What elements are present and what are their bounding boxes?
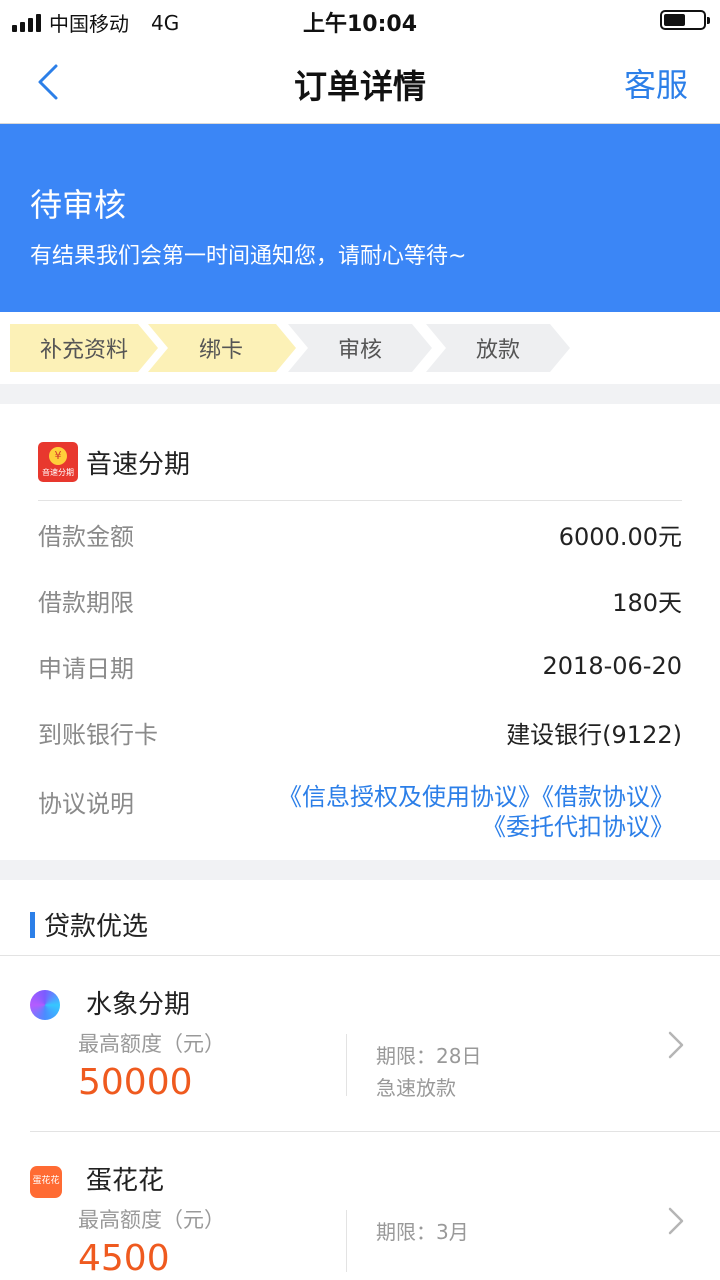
- lender-brand: ¥ 音速分期 音速分期: [38, 442, 190, 482]
- section-header: 贷款优选: [0, 880, 720, 956]
- battery-level: [664, 14, 685, 26]
- row-value: 180天: [612, 588, 682, 617]
- chevron-right-icon: [668, 1207, 684, 1235]
- agreement-links: 《信息授权及使用协议》《借款协议》 《委托代扣协议》: [278, 782, 674, 842]
- page-title: 订单详情: [294, 67, 426, 106]
- lender-logo-icon: ¥ 音速分期: [38, 442, 78, 482]
- step-label: 审核: [337, 338, 382, 363]
- section-title: 贷款优选: [44, 912, 149, 942]
- nav-bar: 订单详情 客服: [0, 40, 720, 124]
- order-detail-card: ¥ 音速分期 音速分期 借款金额 6000.00元 借款期限 180天 申请日期…: [0, 404, 720, 860]
- limit-label: 最高额度（元）: [78, 1032, 225, 1056]
- step-label: 补充资料: [39, 338, 128, 363]
- status-time: 上午10:04: [302, 12, 418, 37]
- status-banner: 待审核 有结果我们会第一时间通知您，请耐心等待~: [0, 124, 720, 312]
- agreement-link-line2[interactable]: 《委托代扣协议》: [278, 812, 674, 842]
- lender-logo-text: 音速分期: [42, 467, 74, 477]
- product-term: 期限：28日: [376, 1044, 482, 1068]
- step-label: 绑卡: [198, 338, 243, 363]
- order-status-subtitle: 有结果我们会第一时间通知您，请耐心等待~: [30, 244, 467, 269]
- product-term: 期限：3月: [376, 1220, 469, 1244]
- detail-row-term: 借款期限 180天: [38, 580, 682, 620]
- row-label: 申请日期: [38, 654, 134, 683]
- detail-row-date: 申请日期 2018-06-20: [38, 646, 682, 686]
- row-value: 2018-06-20: [542, 652, 682, 680]
- limit-amount: 4500: [78, 1238, 170, 1279]
- loan-product-card[interactable]: 水象分期 最高额度（元） 50000 期限：28日 急速放款: [0, 956, 720, 1132]
- water-logo-icon: [30, 990, 60, 1020]
- customer-service-button[interactable]: 客服: [624, 60, 688, 106]
- lender-name: 音速分期: [86, 449, 191, 480]
- product-tag: 急速放款: [376, 1076, 456, 1100]
- egg-logo-icon: 蛋花花: [30, 1166, 62, 1198]
- row-value: 6000.00元: [558, 522, 682, 551]
- step-supplement: 补充资料: [10, 324, 158, 372]
- agreement-link-line1[interactable]: 《信息授权及使用协议》《借款协议》: [278, 782, 674, 812]
- divider: [346, 1034, 347, 1096]
- divider: [38, 500, 682, 501]
- loan-product-card[interactable]: 蛋花花 蛋花花 最高额度（元） 4500 期限：3月: [0, 1132, 720, 1280]
- step-bind-card: 绑卡: [156, 324, 286, 372]
- limit-label: 最高额度（元）: [78, 1208, 225, 1232]
- detail-row-amount: 借款金额 6000.00元: [38, 514, 682, 554]
- order-status-title: 待审核: [30, 186, 127, 224]
- agreement-label: 协议说明: [38, 790, 134, 818]
- step-review: 审核: [296, 324, 424, 372]
- product-name: 水象分期: [86, 990, 191, 1020]
- progress-steps: 补充资料 绑卡 审核 放款: [0, 312, 720, 384]
- limit-amount: 50000: [78, 1062, 193, 1103]
- battery-icon: [660, 10, 710, 30]
- detail-row-bank-card: 到账银行卡 建设银行(9122): [38, 712, 682, 752]
- section-marker: [30, 912, 35, 938]
- status-bar: 中国移动 4G 上午10:04: [0, 0, 720, 40]
- row-label: 借款期限: [38, 588, 134, 617]
- recommended-loans: 贷款优选 水象分期 最高额度（元） 50000 期限：28日 急速放款 蛋花花 …: [0, 880, 720, 1280]
- row-label: 到账银行卡: [38, 720, 158, 749]
- step-label: 放款: [475, 338, 520, 363]
- yuan-coin-icon: ¥: [49, 446, 67, 465]
- step-disburse: 放款: [434, 324, 562, 372]
- row-label: 借款金额: [38, 522, 134, 551]
- divider: [346, 1210, 347, 1272]
- product-name: 蛋花花: [86, 1166, 165, 1196]
- chevron-right-icon: [668, 1031, 684, 1059]
- row-value: 建设银行(9122): [506, 720, 682, 749]
